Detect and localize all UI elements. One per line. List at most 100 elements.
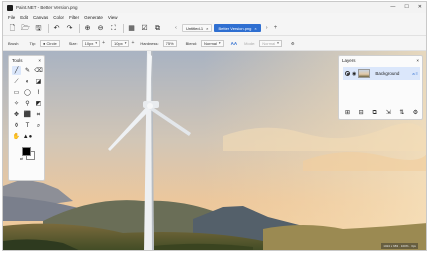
pan-tool[interactable]: ✋ [12,132,21,141]
save-file-button[interactable]: 🖫 [34,24,43,33]
menu-filter[interactable]: Filter [69,15,79,20]
color-picker-tool[interactable]: ⚱ [12,121,21,130]
menu-file[interactable]: File [8,15,15,20]
size-label: Size: [68,40,78,46]
crop-tool[interactable]: ⌗ [34,110,43,119]
layer-row-background[interactable]: ◉ Background a ≡ [343,67,420,80]
swap-colors-icon[interactable]: ⇄ [20,157,23,161]
pencil-tool[interactable]: ╱ [12,66,21,75]
layer-visibility-toggle[interactable] [345,71,350,76]
shapes-tool[interactable]: ▲● [23,132,33,141]
size-increase-button[interactable]: + [102,40,105,46]
add-layer-button[interactable]: ⊞ [343,109,352,117]
layers-panel: Layers × ◉ Background a ≡ ⊞ ⊟ ⧉ ⇲ ⇅ ⚙ [338,55,423,120]
menu-canvas[interactable]: Canvas [33,15,48,20]
tip-select[interactable]: ● Circle [39,39,60,47]
spacing-input[interactable]: 10px ▾ [111,39,130,47]
size-input[interactable]: 10px ▾ [81,39,101,47]
maximize-button[interactable]: ☐ [404,4,408,10]
menu-color[interactable]: Color [53,15,64,20]
antialias-toggle[interactable]: AA [231,41,238,46]
move-tool[interactable]: ✥ [12,110,21,119]
duplicate-layer-button[interactable]: ⧉ [370,109,379,117]
new-file-button[interactable]: 🗋 [8,24,17,33]
layer-thumbnail [358,69,371,78]
window-controls: — ☐ ✕ [390,4,422,10]
text-tool[interactable]: T [23,121,32,130]
spacing-increase-button[interactable]: + [131,40,134,46]
recolor-tool[interactable]: ◩ [34,99,43,108]
eye-icon: ◉ [352,70,357,77]
new-tab-button[interactable]: + [274,25,278,31]
hardness-input[interactable]: 75% [162,39,177,47]
zoom-tool[interactable]: ⌕ [34,121,43,130]
undo-button[interactable]: ↶ [52,24,61,33]
layers-panel-header: Layers × [339,56,422,64]
tools-panel: Tools × ╱ ✎ ⌫ ⟋ ◐ ◪ ▭ ◯ ⌇ ✧ ⚲ ◩ ✥ ⬛ ⌗ ⚱ … [8,55,45,181]
title-bar: Paint.NET - Better Version.png — ☐ ✕ [3,2,426,13]
ellipse-tool[interactable]: ◯ [23,88,32,97]
mode-select[interactable]: Normal ▾ [259,39,282,47]
resize-button[interactable]: ⧉ [153,24,162,33]
close-icon[interactable]: × [416,58,419,63]
mode-value: Normal [262,40,276,46]
menu-edit[interactable]: Edit [20,15,28,20]
layer-name: Background [375,71,400,76]
chevron-down-icon: ▾ [95,41,98,45]
mode-label: Mode: [244,40,256,46]
blend-select[interactable]: Normal ▾ [201,39,224,47]
rectangle-tool[interactable]: ▭ [12,88,21,97]
gradient-tool[interactable]: ◪ [34,77,43,86]
spacing-value: 10px [114,40,123,46]
delete-layer-button[interactable]: ⊟ [357,109,366,117]
layer-actions: ⊞ ⊟ ⧉ ⇲ ⇅ ⚙ [343,108,420,117]
hardness-value: 75% [165,40,174,46]
layer-props-icon[interactable]: a ≡ [412,71,418,76]
chevron-down-icon: ▾ [218,41,221,45]
brush-tool[interactable]: ✎ [23,66,32,75]
tools-panel-header: Tools × [9,56,44,64]
color-swatches: ⇄ [9,146,44,162]
zoom-out-button[interactable]: ⊖ [96,24,105,33]
tab-prev-button[interactable]: ‹ [172,24,180,32]
close-window-button[interactable]: ✕ [418,4,422,10]
menu-bar: File Edit Canvas Color Filter Generate V… [3,13,426,21]
lasso-tool[interactable]: ⌇ [34,88,43,97]
hardness-label: Hardness: [140,40,159,46]
app-window: Paint.NET - Better Version.png — ☐ ✕ Fil… [2,1,427,251]
toolbar-divider [79,23,80,33]
tab-next-button[interactable]: › [263,24,271,32]
close-icon[interactable]: × [38,58,41,63]
primary-color-swatch[interactable] [22,147,31,156]
move-layer-button[interactable]: ⇅ [397,109,406,117]
tab-untitled[interactable]: Untitled-1 × [182,24,213,32]
line-tool[interactable]: ⟋ [12,77,21,86]
chevron-down-icon: ▾ [277,41,279,45]
checkbox-button[interactable]: ☑ [140,24,149,33]
eraser-tool[interactable]: ⌫ [34,66,43,75]
grid-button[interactable]: ▦ [127,24,136,33]
fit-window-button[interactable]: ⛶ [109,24,118,33]
clone-stamp-tool[interactable]: ⚲ [23,99,32,108]
fill-tool[interactable]: ◐ [23,77,32,86]
layer-properties-button[interactable]: ⚙ [411,109,420,117]
redo-button[interactable]: ↷ [65,24,74,33]
tab-better-version[interactable]: Better Version.png × [214,24,261,32]
chevron-down-icon: ▾ [124,41,127,45]
brush-settings-icon[interactable]: ⚙ [291,41,295,46]
minimize-button[interactable]: — [390,4,395,10]
menu-view[interactable]: View [108,15,118,20]
main-toolbar: 🗋 🗁 🖫 ↶ ↷ ⊕ ⊖ ⛶ ▦ ☑ ⧉ ‹ Untitled-1 × Bet… [3,21,426,35]
menu-generate[interactable]: Generate [84,15,103,20]
magic-wand-tool[interactable]: ✧ [12,99,21,108]
tab-close-icon[interactable]: × [254,26,256,31]
open-file-button[interactable]: 🗁 [21,24,30,33]
select-tool[interactable]: ⬛ [23,110,32,119]
tab-label: Better Version.png [218,25,252,31]
merge-down-button[interactable]: ⇲ [384,109,393,117]
tool-name-label: Brush [8,40,19,46]
tab-close-icon[interactable]: × [206,26,208,31]
image-info-readout: 1024 x 683 · 100% · 3px [381,243,418,249]
zoom-in-button[interactable]: ⊕ [83,24,92,33]
tools-panel-title: Tools [12,57,23,63]
